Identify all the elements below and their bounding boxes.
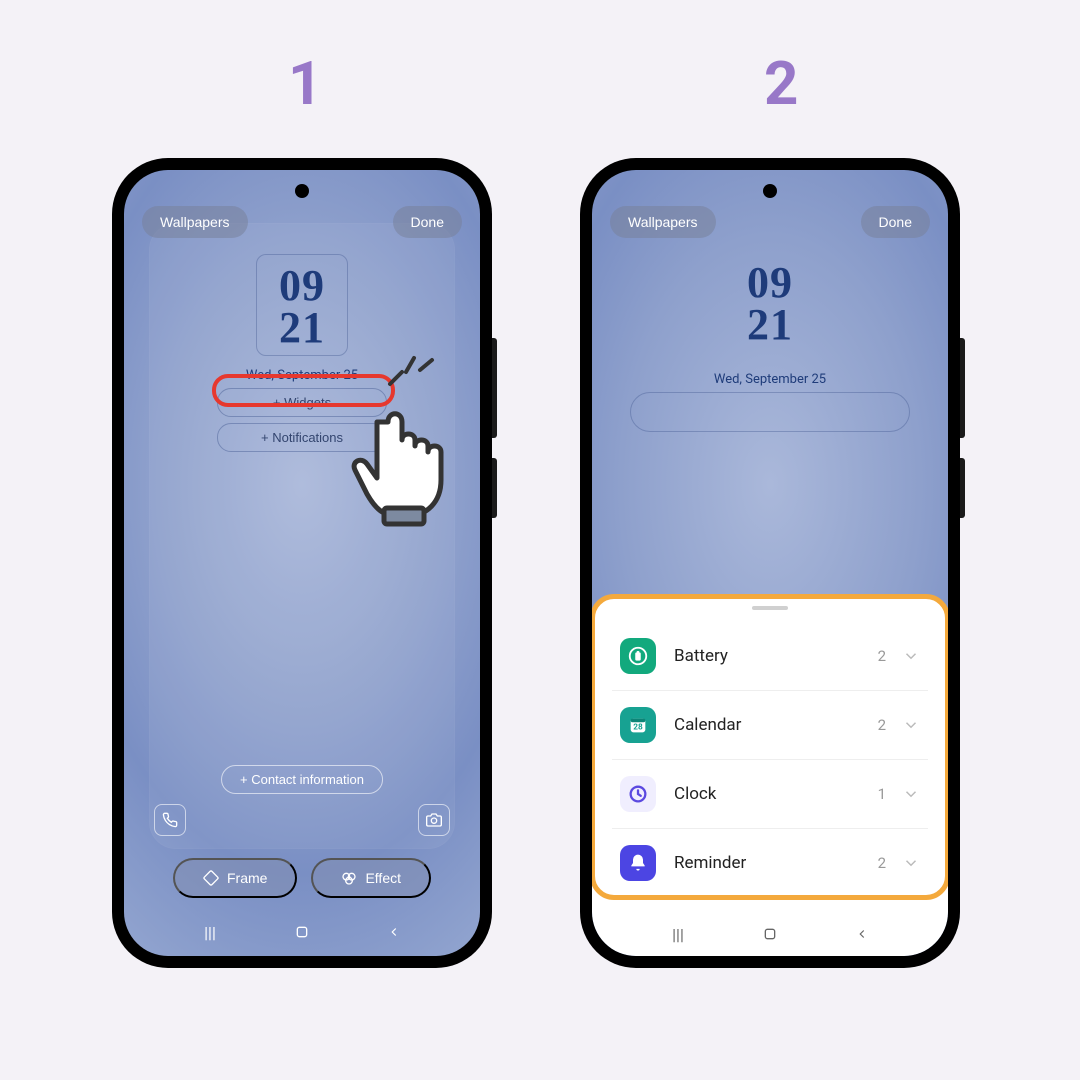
widget-row-reminder[interactable]: Reminder 2: [612, 829, 928, 897]
sheet-drag-handle[interactable]: [752, 606, 788, 610]
phone-side-button: [492, 458, 497, 518]
editor-topbar: Wallpapers Done: [142, 206, 462, 238]
phone-side-button: [492, 338, 497, 438]
effect-label: Effect: [365, 870, 401, 886]
svg-text:28: 28: [633, 723, 643, 733]
phone-screen-2: Wallpapers Done 09 21 Wed, September 25 …: [592, 170, 948, 956]
clock-minutes: 21: [279, 307, 325, 349]
widget-label: Battery: [674, 646, 878, 666]
effect-button[interactable]: Effect: [311, 858, 431, 898]
clock-icon: [620, 776, 656, 812]
done-button[interactable]: Done: [861, 206, 930, 238]
widget-row-clock[interactable]: Clock 1: [612, 760, 928, 829]
chevron-down-icon: [902, 854, 920, 872]
wallpapers-button[interactable]: Wallpapers: [610, 206, 716, 238]
frame-button[interactable]: Frame: [173, 858, 297, 898]
frame-label: Frame: [227, 870, 267, 886]
bell-icon: [620, 845, 656, 881]
widget-label: Clock: [674, 784, 878, 804]
phone-shortcut-icon[interactable]: [154, 804, 186, 836]
clock-hours: 09: [747, 262, 793, 304]
date-text: Wed, September 25: [246, 368, 358, 383]
widget-label: Reminder: [674, 853, 878, 873]
widget-label: Calendar: [674, 715, 878, 735]
camera-cutout: [295, 184, 309, 198]
camera-cutout: [763, 184, 777, 198]
nav-recents-icon[interactable]: |||: [666, 922, 690, 946]
chevron-down-icon: [902, 716, 920, 734]
widget-count: 2: [878, 647, 886, 665]
plus-icon: +: [240, 772, 248, 787]
widget-count: 2: [878, 716, 886, 734]
contact-info-label: Contact information: [251, 772, 364, 787]
phone-frame-2: Wallpapers Done 09 21 Wed, September 25 …: [580, 158, 960, 968]
wallpapers-button[interactable]: Wallpapers: [142, 206, 248, 238]
date-text: Wed, September 25: [714, 372, 826, 387]
step-number-2: 2: [764, 48, 798, 119]
step-number-1: 1: [288, 48, 322, 119]
clock-hours: 09: [279, 265, 325, 307]
editor-bottom-bar: Frame Effect: [124, 858, 480, 898]
clock-widget[interactable]: 09 21: [256, 254, 348, 356]
clock-widget[interactable]: 09 21: [747, 262, 793, 346]
nav-back-icon[interactable]: [382, 920, 406, 944]
android-navbar: |||: [592, 922, 948, 946]
widget-count: 2: [878, 854, 886, 872]
chevron-down-icon: [902, 647, 920, 665]
phone-side-button: [960, 338, 965, 438]
add-notifications-button[interactable]: + Notifications: [217, 423, 387, 452]
add-widgets-button[interactable]: + Widgets: [217, 388, 387, 417]
android-navbar: |||: [124, 920, 480, 944]
phone-side-button: [960, 458, 965, 518]
clock-minutes: 21: [747, 304, 793, 346]
nav-home-icon[interactable]: [290, 920, 314, 944]
chevron-down-icon: [902, 785, 920, 803]
plus-icon: +: [273, 395, 281, 410]
widget-slot-placeholder[interactable]: [630, 392, 910, 432]
widget-row-calendar[interactable]: 28 Calendar 2: [612, 691, 928, 760]
calendar-icon: 28: [620, 707, 656, 743]
done-button[interactable]: Done: [393, 206, 462, 238]
nav-home-icon[interactable]: [758, 922, 782, 946]
phone-frame-1: Wallpapers Done 09 21 Wed, September 25 …: [112, 158, 492, 968]
lock-options-stack: + Widgets + Notifications: [217, 388, 387, 452]
add-contact-info-button[interactable]: + Contact information: [221, 765, 383, 794]
nav-recents-icon[interactable]: |||: [198, 920, 222, 944]
phone-screen-1: Wallpapers Done 09 21 Wed, September 25 …: [124, 170, 480, 956]
widget-count: 1: [878, 785, 886, 803]
add-widgets-label: Widgets: [284, 395, 331, 410]
editor-topbar: Wallpapers Done: [610, 206, 930, 238]
add-notifications-label: Notifications: [272, 430, 343, 445]
plus-icon: +: [261, 430, 269, 445]
widget-picker-sheet[interactable]: Battery 2 28 Calendar 2 Clock: [592, 596, 948, 956]
camera-shortcut-icon[interactable]: [418, 804, 450, 836]
battery-icon: [620, 638, 656, 674]
nav-back-icon[interactable]: [850, 922, 874, 946]
effect-icon: [341, 870, 357, 886]
frame-icon: [203, 870, 219, 886]
widget-row-battery[interactable]: Battery 2: [612, 622, 928, 691]
widget-list: Battery 2 28 Calendar 2 Clock: [592, 618, 948, 897]
